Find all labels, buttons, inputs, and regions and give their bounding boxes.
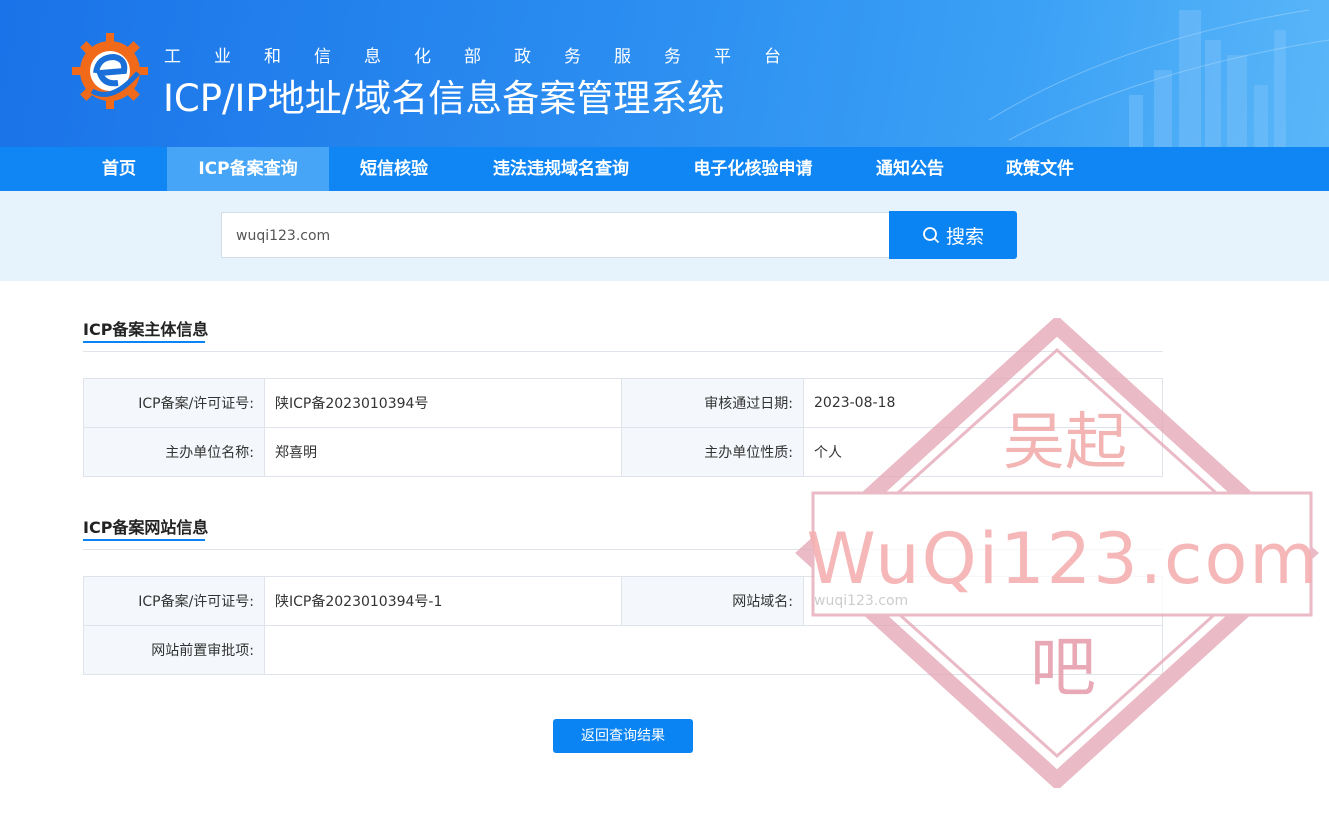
site-info-table: ICP备案/许可证号: 陕ICP备2023010394号-1 网站域名: wuq… bbox=[83, 576, 1163, 675]
label-organizer-type: 主办单位性质: bbox=[621, 427, 804, 477]
main-nav: 首页 ICP备案查询 短信核验 违法违规域名查询 电子化核验申请 通知公告 政策… bbox=[0, 147, 1329, 191]
nav-item-notices[interactable]: 通知公告 bbox=[856, 147, 964, 191]
section-title-site: ICP备案网站信息 bbox=[83, 518, 209, 537]
value-organizer-type: 个人 bbox=[803, 427, 1163, 477]
table-row: 主办单位名称: 郑喜明 主办单位性质: 个人 bbox=[83, 427, 1163, 477]
section-divider bbox=[83, 351, 1163, 352]
section-divider bbox=[83, 549, 1163, 550]
value-site-domain: wuqi123.com bbox=[803, 576, 1163, 626]
subject-info-table: ICP备案/许可证号: 陕ICP备2023010394号 审核通过日期: 202… bbox=[83, 378, 1163, 477]
label-icp-license: ICP备案/许可证号: bbox=[83, 378, 265, 428]
label-organizer-name: 主办单位名称: bbox=[83, 427, 265, 477]
subtitle-char: 息 bbox=[364, 47, 381, 67]
subtitle-char: 务 bbox=[664, 47, 681, 67]
subtitle-char: 台 bbox=[764, 47, 781, 67]
miit-logo bbox=[72, 33, 148, 109]
nav-item-home[interactable]: 首页 bbox=[83, 147, 155, 191]
city-skyline-decoration bbox=[988, 9, 1329, 147]
value-approval-date: 2023-08-18 bbox=[803, 378, 1163, 428]
section-title-subject: ICP备案主体信息 bbox=[83, 320, 209, 339]
subtitle-char: 化 bbox=[414, 47, 431, 67]
table-row: 网站前置审批项: bbox=[83, 625, 1163, 675]
subtitle-char: 服 bbox=[614, 47, 631, 67]
subtitle-char: 工 bbox=[164, 47, 181, 67]
section-underline bbox=[83, 341, 205, 343]
table-row: ICP备案/许可证号: 陕ICP备2023010394号-1 网站域名: wuq… bbox=[83, 576, 1163, 626]
value-icp-license: 陕ICP备2023010394号 bbox=[264, 378, 622, 428]
nav-item-e-verify[interactable]: 电子化核验申请 bbox=[672, 147, 834, 191]
back-to-results-button[interactable]: 返回查询结果 bbox=[553, 719, 693, 753]
subtitle-char: 和 bbox=[264, 47, 281, 67]
value-pre-approval bbox=[264, 625, 1163, 675]
nav-item-illegal-domain[interactable]: 违法违规域名查询 bbox=[470, 147, 652, 191]
subtitle-char: 平 bbox=[714, 47, 731, 67]
label-pre-approval: 网站前置审批项: bbox=[83, 625, 265, 675]
nav-item-icp-query[interactable]: ICP备案查询 bbox=[167, 147, 329, 191]
search-button-label: 搜索 bbox=[945, 225, 984, 248]
nav-item-sms-verify[interactable]: 短信核验 bbox=[340, 147, 448, 191]
site-title: ICP/IP地址/域名信息备案管理系统 bbox=[163, 77, 725, 120]
subtitle-char: 信 bbox=[314, 47, 331, 67]
subtitle-char: 政 bbox=[514, 47, 531, 67]
site-subtitle: 工业和信息化部政务服务平台 bbox=[164, 42, 814, 67]
label-site-license: ICP备案/许可证号: bbox=[83, 576, 265, 626]
search-button[interactable]: 搜索 bbox=[889, 211, 1017, 259]
label-approval-date: 审核通过日期: bbox=[621, 378, 804, 428]
header-banner: 工 业 和 信 息 化 部 政 务 服 务 平 台 ICP/IP地址/域名信息备案管理系统 bbox=[0, 0, 1329, 147]
search-icon bbox=[923, 227, 940, 244]
section-underline bbox=[83, 539, 205, 541]
table-row: ICP备案/许可证号: 陕ICP备2023010394号 审核通过日期: 202… bbox=[83, 378, 1163, 428]
subtitle-char: 务 bbox=[564, 47, 581, 67]
nav-item-policy[interactable]: 政策文件 bbox=[986, 147, 1094, 191]
search-input[interactable]: wuqi123.com bbox=[221, 212, 889, 258]
value-site-license: 陕ICP备2023010394号-1 bbox=[264, 576, 622, 626]
label-site-domain: 网站域名: bbox=[621, 576, 804, 626]
value-organizer-name: 郑喜明 bbox=[264, 427, 622, 477]
subtitle-char: 业 bbox=[214, 47, 231, 67]
subtitle-char: 部 bbox=[464, 47, 481, 67]
